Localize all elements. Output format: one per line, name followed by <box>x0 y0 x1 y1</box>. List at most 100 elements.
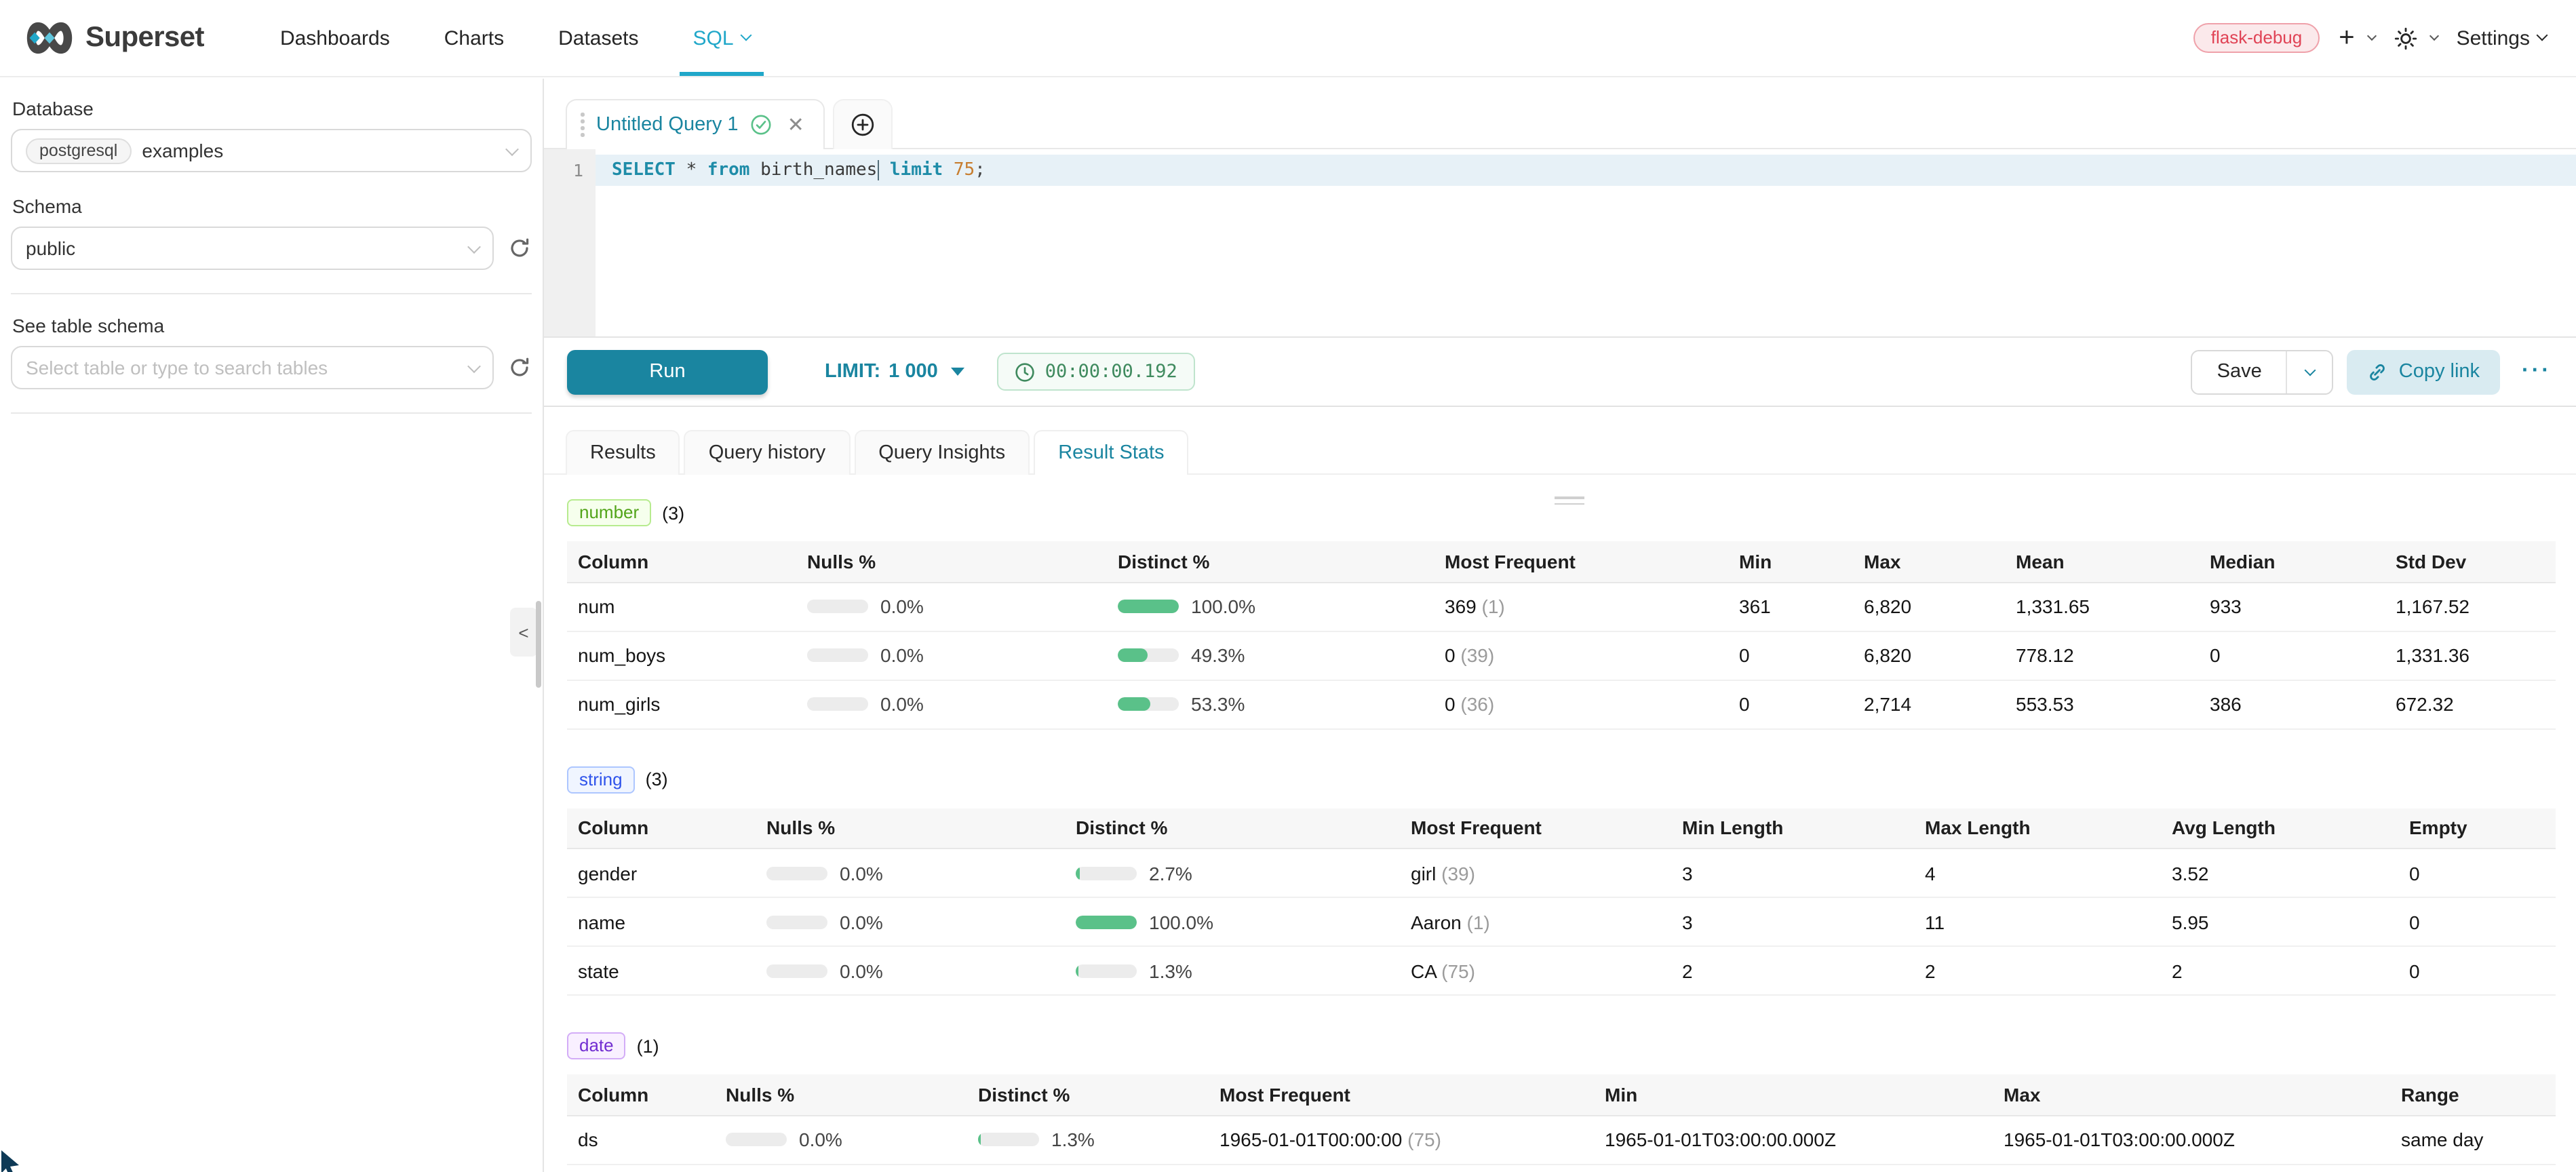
date-stats-table: Column Nulls % Distinct % Most Frequent … <box>567 1074 2556 1165</box>
table-row: num_boys 0.0% 49.3% 0 (39) 0 6,820 778.1… <box>567 631 2556 680</box>
table-header-row: Column Nulls % Distinct % Most Frequent … <box>567 541 2556 582</box>
sql-keyword: SELECT <box>612 160 676 180</box>
query-tab[interactable]: Untitled Query 1 ✕ <box>566 99 825 149</box>
table-row: ds 0.0% 1.3% 1965-01-01T00:00:00 (75) 19… <box>567 1115 2556 1164</box>
result-stats-content: number (3) Column Nulls % Distinct % Mos… <box>544 475 2576 1165</box>
sun-icon <box>2394 26 2417 50</box>
table-row: name 0.0% 100.0% Aaron (1) 3 11 5.95 0 <box>567 897 2556 946</box>
save-split-button: Save <box>2191 349 2334 394</box>
column-header: Max <box>1853 541 2005 582</box>
text-cursor <box>877 160 879 180</box>
nav-item-sql[interactable]: SQL <box>666 0 777 76</box>
collapse-sidebar-button[interactable]: < <box>510 608 537 657</box>
database-select[interactable]: postgresql examples <box>11 129 532 172</box>
line-number: 1 <box>544 155 596 186</box>
refresh-schemas-button[interactable] <box>507 236 532 260</box>
nav-item-dashboards[interactable]: Dashboards <box>253 0 417 76</box>
scrollbar[interactable] <box>536 601 541 688</box>
nulls-bar <box>807 648 868 662</box>
refresh-tables-button[interactable] <box>507 355 532 380</box>
nulls-bar <box>726 1133 787 1146</box>
stats-section-string: string (3) Column Nulls % Distinct % Mos… <box>567 766 2561 996</box>
table-row: num_girls 0.0% 53.3% 0 (36) 0 2,714 553.… <box>567 680 2556 728</box>
tab-result-stats[interactable]: Result Stats <box>1034 430 1188 475</box>
check-circle-icon <box>751 114 773 136</box>
type-badge-date: date <box>567 1032 626 1059</box>
distinct-bar <box>1118 600 1179 613</box>
stats-section-number: number (3) Column Nulls % Distinct % Mos… <box>567 499 2561 729</box>
settings-menu[interactable]: Settings <box>2457 26 2546 50</box>
tab-query-history[interactable]: Query history <box>684 430 850 475</box>
column-header: Std Dev <box>2385 541 2556 582</box>
nulls-bar <box>766 915 827 929</box>
theme-toggle-button[interactable] <box>2394 26 2438 50</box>
distinct-bar <box>978 1133 1039 1146</box>
sidebar-divider <box>11 412 532 414</box>
top-navbar: Superset Dashboards Charts Datasets SQL … <box>0 0 2576 77</box>
column-header: Distinct % <box>1065 808 1400 848</box>
query-tab-title: Untitled Query 1 <box>596 114 739 136</box>
nav-item-datasets[interactable]: Datasets <box>531 0 665 76</box>
nulls-bar <box>766 964 827 977</box>
distinct-bar <box>1076 964 1137 977</box>
column-header: Column <box>567 1074 715 1115</box>
column-header: Min <box>1594 1074 1993 1115</box>
save-button[interactable]: Save <box>2193 351 2286 393</box>
column-header: Mean <box>2005 541 2199 582</box>
new-item-button[interactable]: + <box>2339 24 2375 52</box>
plus-icon: + <box>2339 24 2354 52</box>
type-badge-string: string <box>567 766 635 793</box>
pane-resize-handle[interactable] <box>1555 496 1584 509</box>
superset-logo[interactable]: Superset <box>24 20 204 56</box>
database-value: examples <box>142 140 223 161</box>
editor-code-area: SELECT*frombirth_nameslimit75; <box>596 149 2576 336</box>
column-header: Median <box>2199 541 2385 582</box>
column-name: num_girls <box>567 680 796 728</box>
nav-item-charts[interactable]: Charts <box>417 0 531 76</box>
tab-query-insights[interactable]: Query Insights <box>854 430 1030 475</box>
column-header: Distinct % <box>1107 541 1434 582</box>
distinct-bar <box>1118 697 1179 711</box>
limit-dropdown[interactable]: LIMIT: 1 000 <box>825 361 965 383</box>
sql-code-editor[interactable]: 1 SELECT*frombirth_nameslimit75; <box>544 149 2576 336</box>
results-tab-bar: Results Query history Query Insights Res… <box>544 407 2576 475</box>
column-header: Column <box>567 541 796 582</box>
copy-link-button[interactable]: Copy link <box>2347 349 2500 394</box>
new-query-tab-button[interactable] <box>833 99 893 149</box>
table-select[interactable]: Select table or type to search tables <box>11 346 494 389</box>
mouse-cursor <box>0 1150 24 1172</box>
editor-toolbar: Run LIMIT: 1 000 00:00:00.192 Save <box>544 336 2576 407</box>
more-actions-button[interactable]: ··· <box>2522 359 2552 384</box>
limit-label: LIMIT: <box>825 361 880 383</box>
nulls-bar <box>807 697 868 711</box>
column-count: (1) <box>637 1036 659 1056</box>
column-count: (3) <box>646 769 668 789</box>
schema-select[interactable]: public <box>11 227 494 270</box>
column-header: Nulls % <box>796 541 1107 582</box>
column-header: Column <box>567 808 756 848</box>
distinct-bar <box>1076 866 1137 880</box>
caret-down-icon <box>952 368 965 376</box>
column-header: Most Frequent <box>1400 808 1671 848</box>
query-elapsed-timer: 00:00:00.192 <box>998 353 1195 391</box>
tab-results[interactable]: Results <box>566 430 680 475</box>
column-name: ds <box>567 1115 715 1164</box>
column-name: num <box>567 582 796 631</box>
limit-value: 1 000 <box>889 361 938 383</box>
nulls-bar <box>766 866 827 880</box>
column-header: Most Frequent <box>1434 541 1728 582</box>
column-header: Max Length <box>1914 808 2161 848</box>
save-options-button[interactable] <box>2286 351 2333 393</box>
run-query-button[interactable]: Run <box>567 349 768 394</box>
column-header: Empty <box>2398 808 2556 848</box>
sql-keyword: limit <box>890 160 943 180</box>
sql-table-name: birth_names <box>760 160 877 180</box>
superset-infinity-icon <box>24 20 75 56</box>
chevron-down-icon <box>2367 31 2377 40</box>
clock-icon <box>1015 362 1036 382</box>
close-tab-icon[interactable]: ✕ <box>787 113 804 137</box>
column-header: Min Length <box>1671 808 1914 848</box>
column-header: Nulls % <box>756 808 1065 848</box>
table-select-placeholder: Select table or type to search tables <box>26 357 328 378</box>
environment-badge: flask-debug <box>2193 23 2320 53</box>
